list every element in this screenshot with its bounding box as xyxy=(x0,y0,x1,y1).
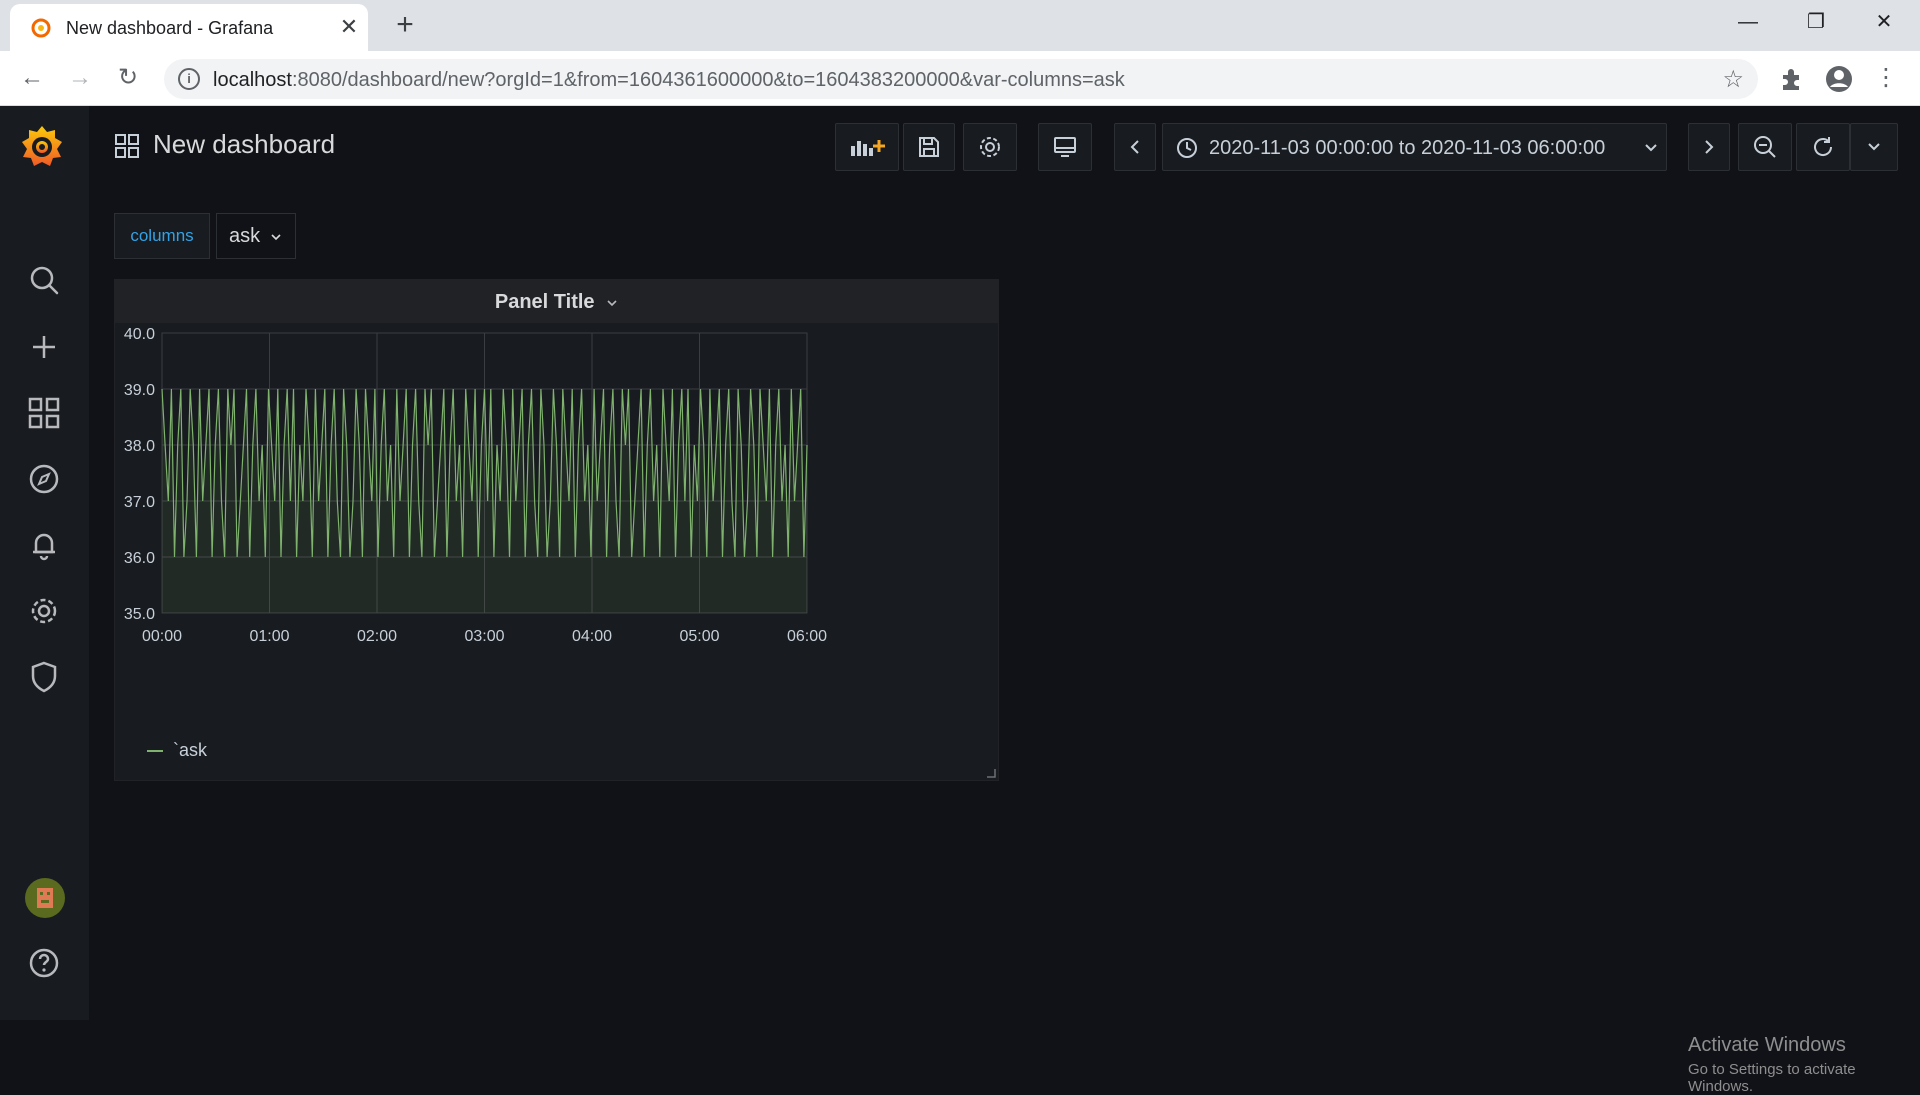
help-icon[interactable] xyxy=(27,946,61,980)
add-panel-icon xyxy=(851,140,885,156)
y-tick-label: 35.0 xyxy=(124,606,155,623)
y-tick-label: 36.0 xyxy=(124,550,155,567)
plus-icon[interactable] xyxy=(27,330,61,364)
gear-icon xyxy=(980,137,1000,157)
x-tick-label: 02:00 xyxy=(357,628,397,645)
x-tick-label: 03:00 xyxy=(464,628,504,645)
chrome-menu-icon[interactable]: ⋮ xyxy=(1868,60,1904,96)
site-info-icon[interactable]: i xyxy=(178,68,200,90)
x-tick-label: 00:00 xyxy=(142,628,182,645)
window-close-icon[interactable]: ✕ xyxy=(1850,0,1918,44)
save-dashboard-button[interactable] xyxy=(903,123,955,171)
x-tick-label: 05:00 xyxy=(679,628,719,645)
configuration-icon[interactable] xyxy=(27,594,61,628)
tab-close-icon[interactable]: ✕ xyxy=(335,13,363,41)
legend-label: `ask xyxy=(173,740,208,760)
x-tick-label: 04:00 xyxy=(572,628,612,645)
explore-icon[interactable] xyxy=(27,462,61,496)
watermark-title: Activate Windows xyxy=(1688,1034,1846,1056)
zoom-out-icon xyxy=(1754,136,1776,158)
address-bar[interactable]: i localhost:8080/dashboard/new?orgId=1&f… xyxy=(164,59,1758,99)
watermark-subtitle: Go to Settings to activate Windows. xyxy=(1688,1061,1856,1095)
tab-title: New dashboard - Grafana xyxy=(66,18,274,38)
x-tick-label: 01:00 xyxy=(249,628,289,645)
alerting-icon[interactable] xyxy=(27,528,61,562)
variable-select-columns[interactable]: ask xyxy=(216,213,296,259)
panel-title[interactable]: Panel Title xyxy=(115,291,998,314)
clock-icon xyxy=(1177,138,1197,158)
chevron-down-icon xyxy=(1868,143,1880,151)
panel-header[interactable]: Panel Title xyxy=(115,280,998,323)
minimize-icon[interactable]: — xyxy=(1714,0,1782,44)
chevron-down-icon xyxy=(607,300,617,306)
dashboard-main: New dashboard 2020-11-03 00:00:00 to 202… xyxy=(89,106,1920,1095)
chevron-down-icon xyxy=(271,234,281,240)
restore-icon[interactable]: ❐ xyxy=(1782,0,1850,44)
side-menu xyxy=(0,106,89,1020)
y-tick-label: 39.0 xyxy=(124,382,155,399)
y-tick-label: 37.0 xyxy=(124,494,155,511)
browser-tabbar: New dashboard - Grafana ✕ + — ❐ ✕ xyxy=(0,0,1920,51)
variable-label-columns: columns xyxy=(114,213,210,259)
search-icon[interactable] xyxy=(27,263,61,297)
panel-resize-handle-icon[interactable] xyxy=(986,768,996,778)
time-shift-back-button[interactable] xyxy=(1114,123,1156,171)
extensions-icon[interactable] xyxy=(1778,66,1804,92)
grafana-logo-icon[interactable] xyxy=(20,122,64,170)
chevron-left-icon xyxy=(1130,140,1139,154)
graph-panel: Panel Title 35.0 36.0 37.0 38.0 39.0 40.0 00:0… xyxy=(114,279,999,781)
forward-icon[interactable]: → xyxy=(62,60,98,96)
zoom-out-button[interactable] xyxy=(1738,123,1792,171)
y-tick-label: 40.0 xyxy=(124,326,155,343)
back-icon[interactable]: ← xyxy=(14,60,50,96)
variable-value: ask xyxy=(229,225,261,247)
url-text[interactable]: localhost:8080/dashboard/new?orgId=1&fro… xyxy=(213,69,1125,92)
chevron-down-icon xyxy=(1645,144,1657,152)
x-tick-label: 06:00 xyxy=(787,628,827,645)
legend-swatch xyxy=(147,750,163,753)
refresh-button[interactable] xyxy=(1796,123,1850,171)
page-title[interactable]: New dashboard xyxy=(153,129,335,160)
bookmark-star-icon[interactable]: ☆ xyxy=(1722,65,1744,94)
new-tab-icon[interactable]: + xyxy=(388,9,422,43)
chevron-right-icon xyxy=(1705,140,1714,154)
profile-icon[interactable] xyxy=(1824,64,1854,94)
browser-toolbar: ← → ↻ i localhost:8080/dashboard/new?org… xyxy=(0,51,1920,106)
save-icon xyxy=(919,137,939,157)
graph-chart[interactable]: 35.0 36.0 37.0 38.0 39.0 40.0 00:00 01:00 02:00 0… xyxy=(115,323,998,728)
refresh-icon xyxy=(1814,137,1833,156)
dashboard-grid-icon xyxy=(115,134,139,158)
time-shift-forward-button[interactable] xyxy=(1688,123,1730,171)
cycle-view-mode-button[interactable] xyxy=(1038,123,1092,171)
windows-activation-watermark: Activate Windows Go to Settings to activ… xyxy=(1688,1034,1920,1095)
grafana-favicon-icon xyxy=(31,18,51,38)
add-panel-button[interactable] xyxy=(835,123,899,171)
dashboards-icon[interactable] xyxy=(27,396,61,430)
browser-tab[interactable]: New dashboard - Grafana ✕ xyxy=(10,4,368,51)
refresh-interval-dropdown[interactable] xyxy=(1850,123,1898,171)
user-avatar[interactable] xyxy=(25,878,65,918)
time-range-picker[interactable]: 2020-11-03 00:00:00 to 2020-11-03 06:00:… xyxy=(1162,123,1667,171)
server-admin-icon[interactable] xyxy=(27,660,61,694)
panel-title-text: Panel Title xyxy=(494,291,595,313)
dashboard-settings-button[interactable] xyxy=(963,123,1017,171)
monitor-icon xyxy=(1054,137,1076,157)
legend-item[interactable]: `ask xyxy=(147,740,207,761)
reload-icon[interactable]: ↻ xyxy=(110,60,146,96)
time-range-label: 2020-11-03 00:00:00 to 2020-11-03 06:00:… xyxy=(1209,137,1606,159)
y-tick-label: 38.0 xyxy=(124,438,155,455)
